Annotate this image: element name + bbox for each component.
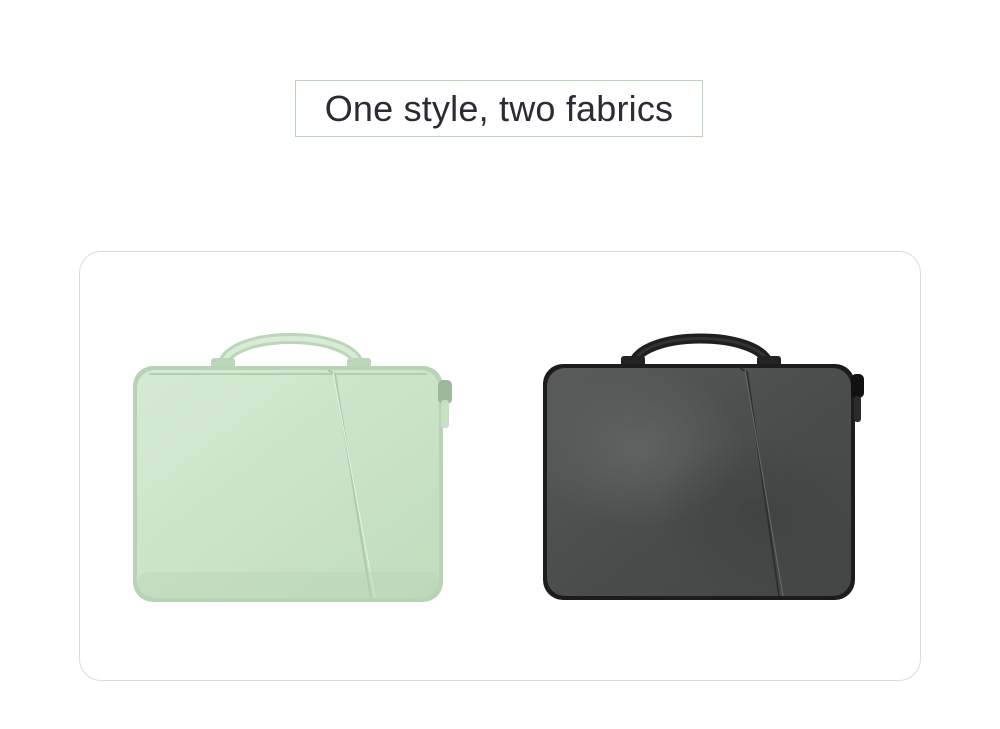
page-title: One style, two fabrics: [324, 87, 674, 129]
green-sleeve-bag-image: [133, 333, 452, 602]
gray-sleeve-bag-image: [543, 333, 864, 600]
handle: [628, 333, 774, 369]
title-box: One style, two fabrics: [295, 80, 703, 137]
handle: [217, 333, 365, 370]
